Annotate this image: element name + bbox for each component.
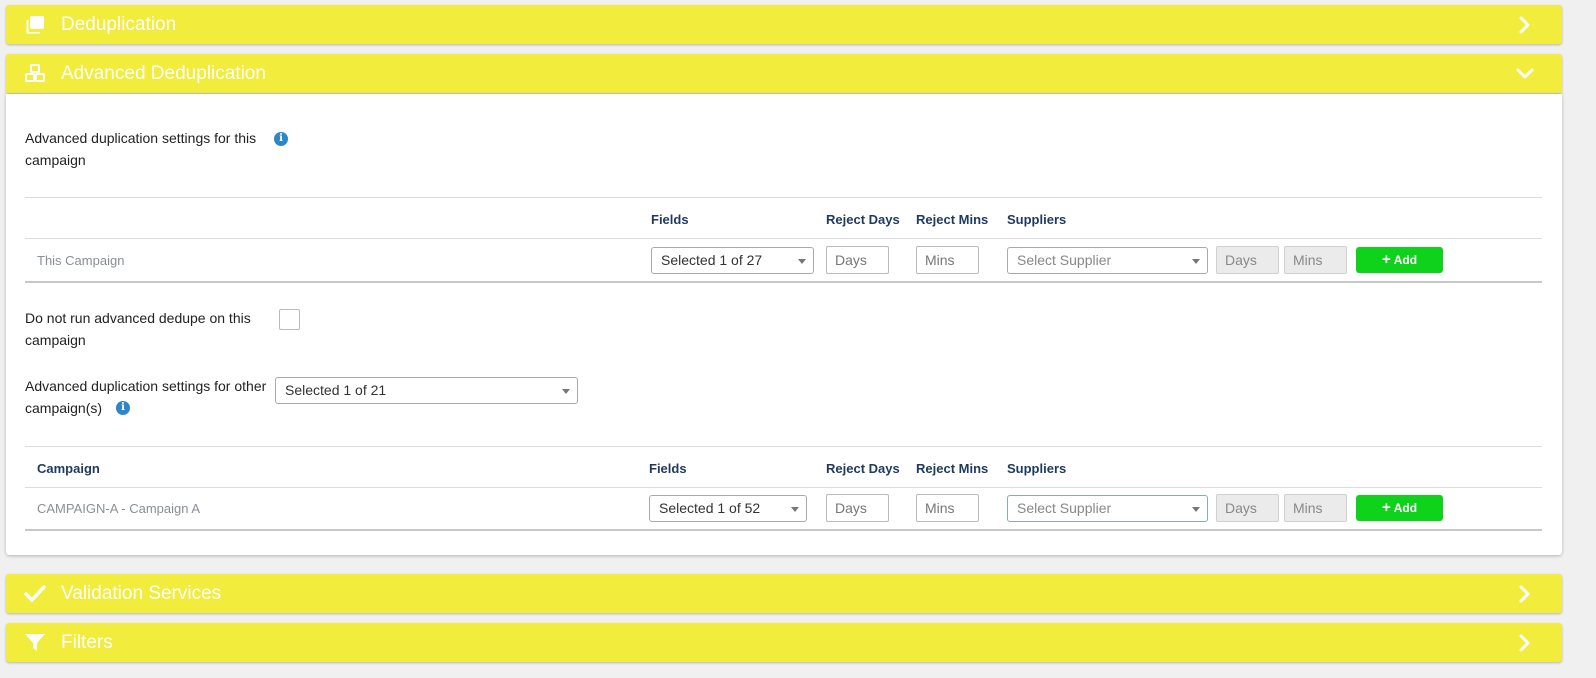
dropdown-arrow-icon	[1192, 507, 1200, 512]
advanced-deduplication-body: Advanced duplication settings for this c…	[6, 94, 1562, 555]
header-fields: Fields	[649, 461, 687, 476]
add-button[interactable]: + Add	[1356, 247, 1443, 273]
supplier-mins-input[interactable]: Mins	[1284, 246, 1347, 274]
check-icon	[24, 583, 46, 605]
divider	[25, 197, 1542, 198]
chevron-down-icon[interactable]	[1516, 65, 1534, 83]
reject-days-input[interactable]: Days	[826, 246, 889, 274]
fields-select-value: Selected 1 of 52	[659, 500, 761, 516]
other-settings-label: Advanced duplication settings for other …	[25, 378, 267, 416]
supplier-select[interactable]: Select Supplier	[1007, 247, 1208, 274]
supplier-mins-input[interactable]: Mins	[1284, 494, 1347, 522]
header-reject-days: Reject Days	[826, 461, 900, 476]
add-button-label: Add	[1393, 253, 1418, 267]
dropdown-arrow-icon	[791, 507, 799, 512]
header-campaign: Campaign	[37, 461, 100, 476]
validation-services-panel-header[interactable]: Validation Services	[6, 574, 1562, 613]
supplier-select-placeholder: Select Supplier	[1017, 252, 1112, 268]
supplier-days-input[interactable]: Days	[1216, 494, 1279, 522]
dropdown-arrow-icon	[562, 389, 570, 394]
plus-icon: +	[1381, 251, 1391, 268]
chevron-right-icon[interactable]	[1516, 16, 1534, 34]
add-button-label: Add	[1393, 501, 1418, 515]
fields-select[interactable]: Selected 1 of 52	[649, 495, 807, 522]
this-campaign-label: This Campaign	[37, 253, 125, 268]
supplier-select[interactable]: Select Supplier	[1007, 495, 1208, 522]
divider	[25, 446, 1542, 447]
divider	[25, 281, 1542, 283]
dropdown-arrow-icon	[798, 259, 806, 264]
other-campaigns-select-value: Selected 1 of 21	[285, 382, 387, 398]
deduplication-panel-header[interactable]: Deduplication	[6, 5, 1562, 44]
header-suppliers: Suppliers	[1007, 212, 1067, 227]
supplier-select-placeholder: Select Supplier	[1017, 500, 1112, 516]
reject-mins-input[interactable]: Mins	[916, 246, 979, 274]
divider	[25, 238, 1542, 239]
this-settings-label: Advanced duplication settings for this c…	[25, 130, 257, 168]
header-reject-mins: Reject Mins	[916, 461, 989, 476]
advanced-deduplication-panel-header[interactable]: Advanced Deduplication	[6, 54, 1562, 93]
fields-select-value: Selected 1 of 27	[661, 252, 763, 268]
info-icon[interactable]: i	[274, 132, 288, 146]
header-reject-mins: Reject Mins	[916, 212, 989, 227]
chevron-right-icon[interactable]	[1516, 585, 1534, 603]
campaign-row-label: CAMPAIGN-A - Campaign A	[37, 501, 201, 516]
reject-days-input[interactable]: Days	[826, 494, 889, 522]
chevron-right-icon[interactable]	[1516, 634, 1534, 652]
validation-services-title: Validation Services	[61, 583, 222, 604]
fields-select[interactable]: Selected 1 of 27	[651, 247, 814, 274]
header-reject-days: Reject Days	[826, 212, 900, 227]
filters-title: Filters	[61, 632, 113, 653]
cubes-icon	[24, 63, 46, 85]
do-not-run-checkbox[interactable]	[279, 309, 300, 330]
deduplication-title: Deduplication	[61, 14, 177, 35]
divider	[25, 487, 1542, 488]
do-not-run-label: Do not run advanced dedupe on this campa…	[25, 310, 251, 348]
other-campaigns-select[interactable]: Selected 1 of 21	[275, 377, 578, 404]
copy-icon	[24, 14, 46, 36]
add-button[interactable]: + Add	[1356, 495, 1443, 521]
plus-icon: +	[1381, 499, 1391, 516]
advanced-deduplication-title: Advanced Deduplication	[61, 63, 266, 84]
supplier-days-input[interactable]: Days	[1216, 246, 1279, 274]
info-icon[interactable]: i	[116, 401, 130, 415]
filter-icon	[24, 632, 46, 654]
header-suppliers: Suppliers	[1007, 461, 1067, 476]
reject-mins-input[interactable]: Mins	[916, 494, 979, 522]
filters-panel-header[interactable]: Filters	[6, 623, 1562, 662]
divider	[25, 529, 1542, 531]
header-fields: Fields	[651, 212, 689, 227]
dropdown-arrow-icon	[1192, 259, 1200, 264]
